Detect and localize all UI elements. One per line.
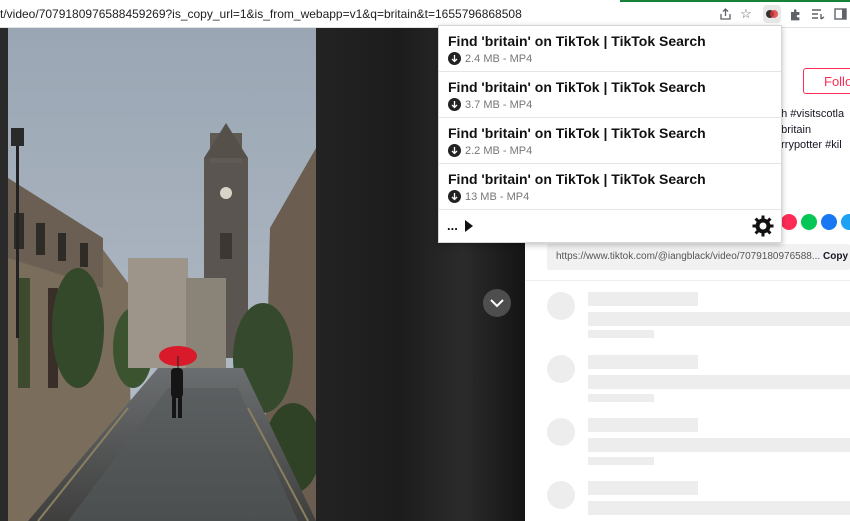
puzzle-icon[interactable] [786, 5, 804, 23]
comment-placeholder-line [588, 501, 850, 515]
loading-indicator [620, 0, 850, 2]
comment-placeholder-line [588, 330, 654, 338]
comment-placeholder-line [588, 418, 698, 432]
video-downloader-popup: Find 'britain' on TikTok | TikTok Search… [438, 25, 782, 243]
download-item[interactable]: Find 'britain' on TikTok | TikTok Search… [439, 118, 781, 164]
download-item[interactable]: Find 'britain' on TikTok | TikTok Search… [439, 164, 781, 210]
comment-placeholder-line [588, 457, 654, 465]
comment-placeholder-line [588, 375, 850, 389]
comment-avatar-placeholder [547, 292, 575, 320]
line-share-icon[interactable] [801, 214, 817, 230]
share-embed-icon[interactable] [781, 214, 797, 230]
twitter-share-icon[interactable] [841, 214, 850, 230]
download-icon [448, 144, 461, 157]
comment-avatar-placeholder [547, 481, 575, 509]
comment-placeholder-line [588, 394, 654, 402]
comment-placeholder-line [588, 438, 850, 452]
more-button[interactable]: ... [447, 218, 458, 233]
hashtag-line[interactable]: gh #visitscotla [775, 108, 844, 120]
download-icon [448, 98, 461, 111]
comment-placeholder-line [588, 355, 698, 369]
download-meta: 13 MB - MP4 [465, 190, 530, 203]
popup-footer: ... [439, 210, 781, 242]
download-title: Find 'britain' on TikTok | TikTok Search [448, 79, 706, 95]
comment-avatar-placeholder [547, 418, 575, 446]
comment-placeholder-line [588, 312, 850, 326]
url-field[interactable]: t/video/7079180976588459269?is_copy_url=… [0, 7, 522, 21]
download-meta: 2.2 MB - MP4 [465, 144, 533, 157]
copy-link-bar: https://www.tiktok.com/@iangblack/video/… [547, 244, 850, 270]
download-title: Find 'britain' on TikTok | TikTok Search [448, 171, 706, 187]
comment-placeholder-line [588, 292, 698, 306]
download-icon [448, 190, 461, 203]
extension-active-icon[interactable] [763, 5, 781, 23]
download-item[interactable]: Find 'britain' on TikTok | TikTok Search… [439, 72, 781, 118]
follow-button[interactable]: Follow [803, 68, 850, 94]
video-frame [8, 28, 316, 521]
share-icon[interactable] [716, 5, 734, 23]
share-buttons [781, 214, 850, 230]
facebook-share-icon[interactable] [821, 214, 837, 230]
divider [525, 280, 850, 281]
play-icon[interactable] [465, 220, 473, 232]
next-video-button[interactable] [483, 289, 511, 317]
download-item[interactable]: Find 'britain' on TikTok | TikTok Search… [439, 26, 781, 72]
star-icon[interactable]: ☆ [737, 5, 755, 23]
download-icon [448, 52, 461, 65]
reading-list-icon[interactable] [809, 5, 827, 23]
hashtag-line[interactable]: arrypotter #kil [775, 139, 842, 151]
chevron-down-icon [490, 298, 504, 307]
sidebar-icon[interactable] [831, 5, 849, 23]
download-meta: 2.4 MB - MP4 [465, 52, 533, 65]
download-meta: 3.7 MB - MP4 [465, 98, 533, 111]
copy-link-button[interactable]: Copy l [823, 251, 850, 262]
comment-placeholder-line [588, 481, 698, 495]
gear-icon[interactable] [752, 215, 774, 237]
download-title: Find 'britain' on TikTok | TikTok Search [448, 125, 706, 141]
video-link-text[interactable]: https://www.tiktok.com/@iangblack/video/… [556, 251, 820, 262]
comment-avatar-placeholder [547, 355, 575, 383]
download-title: Find 'britain' on TikTok | TikTok Search [448, 33, 706, 49]
video-edge [0, 28, 8, 521]
address-bar: t/video/7079180976588459269?is_copy_url=… [0, 0, 850, 28]
